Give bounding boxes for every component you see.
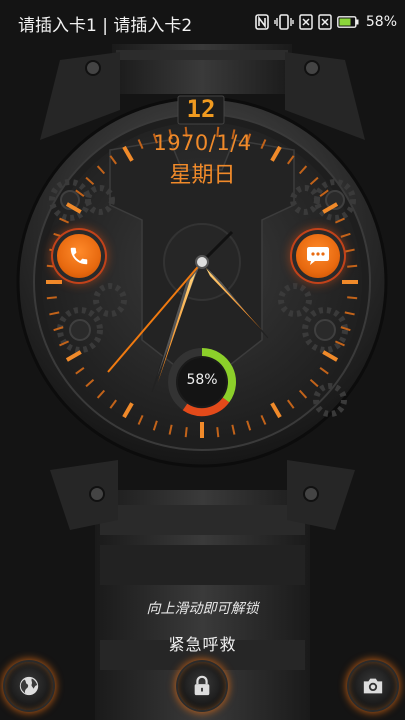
status-icons: 58% [255, 12, 397, 32]
lock-shortcut[interactable] [178, 662, 226, 710]
phone-icon [70, 247, 88, 265]
watch-weekday: 星期日 [169, 163, 236, 188]
status-bar: 请插入卡1 | 请插入卡2 58% [0, 0, 405, 44]
dial-tick [184, 427, 188, 438]
battery-percent: 58% [365, 14, 397, 30]
globe-icon [19, 676, 39, 696]
dial-tick [216, 427, 220, 438]
watch-date: 1970/1/4 [153, 131, 252, 155]
phone-shortcut[interactable] [57, 234, 101, 278]
message-shortcut[interactable] [296, 234, 340, 278]
dial-tick [46, 264, 57, 268]
battery-gauge-label: 58% [186, 372, 218, 388]
camera-shortcut[interactable] [349, 662, 397, 710]
lock-icon [194, 675, 210, 696]
battery-icon [336, 16, 359, 28]
message-icon [307, 247, 329, 265]
unlock-hint: 向上滑动即可解锁 [146, 601, 259, 617]
hour-marker-12: 12 [186, 95, 216, 123]
dial-tick [347, 264, 358, 268]
vibrate-icon [274, 14, 294, 30]
globe-shortcut[interactable] [5, 662, 53, 710]
carrier-text: 请插入卡1 | 请插入卡2 [18, 16, 193, 36]
emergency-call-button[interactable]: 紧急呼救 [0, 631, 405, 655]
no-sim-2-icon [318, 14, 332, 30]
dial-tick [347, 296, 358, 300]
nfc-icon [255, 14, 269, 30]
dial-tick [46, 296, 57, 300]
no-sim-1-icon [299, 14, 313, 30]
camera-icon [363, 678, 383, 694]
